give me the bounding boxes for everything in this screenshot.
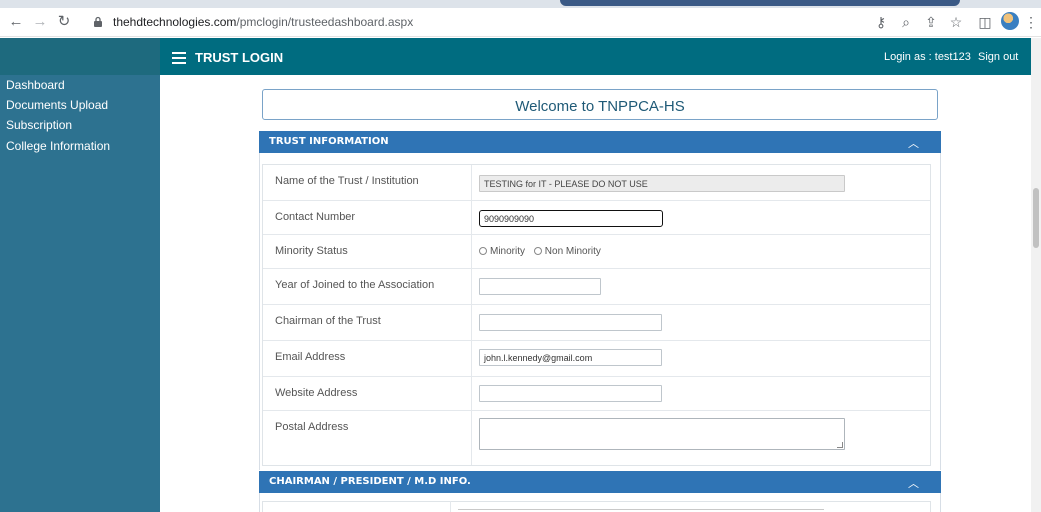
active-tab[interactable] [560, 0, 960, 6]
email-input[interactable]: john.l.kennedy@gmail.com [479, 349, 662, 366]
forward-icon[interactable]: → [30, 12, 50, 32]
field-label: Email Address [275, 351, 346, 363]
welcome-text: Welcome to TNPPCA-HS [515, 98, 685, 115]
field-label: Year of Joined to the Association [275, 279, 435, 291]
year-joined-input[interactable] [479, 278, 601, 295]
browser-tab-strip [0, 0, 1041, 8]
url-domain: thehdtechnologies.com [113, 15, 237, 29]
form-row: Website Address [263, 377, 930, 411]
resize-grip-icon[interactable] [837, 442, 843, 448]
trust-name-input[interactable]: TESTING for IT - PLEASE DO NOT USE [479, 175, 845, 192]
form-row: Year of Joined to the Association [263, 269, 930, 305]
form-row: Minority Status Minority Non Minority [263, 235, 930, 269]
chairman-input[interactable] [479, 314, 662, 331]
welcome-banner: Welcome to TNPPCA-HS [262, 89, 938, 120]
field-label: Website Address [275, 387, 358, 399]
panel-title: TRUST INFORMATION [269, 136, 389, 147]
postal-address-textarea[interactable] [479, 418, 845, 450]
field-label: Postal Address [275, 421, 349, 433]
profile-avatar[interactable] [1001, 12, 1019, 30]
scrollbar-thumb[interactable] [1033, 188, 1039, 248]
reload-icon[interactable]: ↻ [54, 12, 74, 32]
chairman-info-panel-header[interactable]: CHAIRMAN / PRESIDENT / M.D INFO. ︿ [259, 471, 941, 493]
page-scrollbar[interactable] [1031, 38, 1041, 512]
form-row: Chairman of the Trust [263, 305, 930, 341]
form-row: Postal Address [263, 411, 930, 465]
website-input[interactable] [479, 385, 662, 402]
field-label: Chairman of the Trust [275, 315, 381, 327]
lock-icon[interactable] [92, 16, 104, 28]
radio-label: Non Minority [544, 246, 601, 257]
chevron-up-icon[interactable]: ︿ [908, 475, 919, 491]
sidepanel-icon[interactable]: ◫ [976, 13, 994, 31]
sidebar-item-documents-upload[interactable]: Documents Upload [6, 98, 108, 112]
back-icon[interactable]: ← [6, 12, 26, 32]
menu-dots-icon[interactable]: ⋮ [1024, 13, 1038, 31]
form-row: Contact Number 9090909090 [263, 201, 930, 235]
minority-status-radio-group: Minority Non Minority [479, 246, 607, 257]
panel-title: CHAIRMAN / PRESIDENT / M.D INFO. [269, 476, 471, 487]
key-icon[interactable]: ⚷ [872, 13, 890, 31]
non-minority-radio[interactable] [533, 247, 542, 255]
sign-out-link[interactable]: Sign out [978, 51, 1018, 63]
contact-number-input[interactable]: 9090909090 [479, 210, 663, 227]
sidebar-item-college-information[interactable]: College Information [6, 139, 110, 153]
trust-info-panel-header[interactable]: TRUST INFORMATION ︿ [259, 131, 941, 153]
star-icon[interactable]: ☆ [947, 13, 965, 31]
browser-toolbar: ← → ↻ thehdtechnologies.com/pmclogin/tru… [0, 8, 1041, 37]
radio-label: Minority [490, 246, 526, 257]
form-row: Email Address john.l.kennedy@gmail.com [263, 341, 930, 377]
sidebar-item-subscription[interactable]: Subscription [6, 118, 72, 132]
address-bar[interactable]: thehdtechnologies.com/pmclogin/trusteeda… [113, 15, 413, 29]
brand-title: TRUST LOGIN [195, 50, 284, 65]
login-as-label: Login as : test123 [884, 51, 971, 63]
trust-info-form: Name of the Trust / Institution TESTING … [262, 164, 931, 466]
share-icon[interactable]: ⇪ [922, 13, 940, 31]
chevron-up-icon[interactable]: ︿ [908, 135, 919, 151]
field-label: Minority Status [275, 245, 348, 257]
field-label: Contact Number [275, 211, 356, 223]
url-path: /pmclogin/trusteedashboard.aspx [236, 15, 414, 29]
hamburger-menu-icon[interactable] [172, 52, 186, 64]
sidebar-header [0, 38, 160, 75]
sidebar-item-dashboard[interactable]: Dashboard [6, 78, 65, 92]
minority-radio[interactable] [479, 247, 487, 255]
field-label: Name of the Trust / Institution [275, 175, 419, 187]
form-row: Name of the Trust / Institution TESTING … [263, 165, 930, 201]
zoom-icon[interactable]: ⌕ [897, 13, 915, 31]
